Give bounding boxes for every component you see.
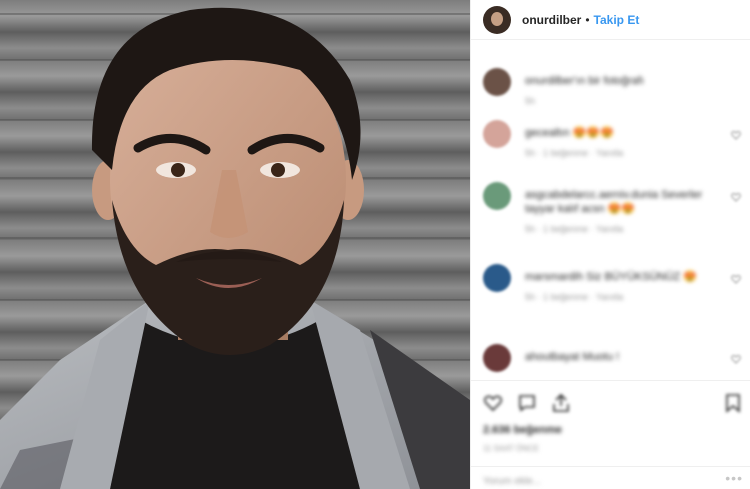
comment-text: onurdilber'ın bir fotoğrafı	[525, 75, 644, 87]
comment-input[interactable]: Yorum ekle...	[483, 476, 541, 487]
comment-text: marsmardih Siz BÜYÜKSÜNÜZ 😍	[525, 271, 697, 283]
comment-text: gecealtın 😍😍😍	[525, 127, 614, 139]
comment-avatar[interactable]	[483, 182, 511, 210]
like-comment-icon[interactable]	[731, 354, 741, 364]
share-icon[interactable]	[551, 393, 571, 413]
author-avatar[interactable]	[483, 5, 511, 34]
comment-body: asgcabdelarcc.aerniv.dunia Severler tayy…	[525, 188, 725, 234]
comment-meta: 5h · 1 beğenme · Yanıtla	[525, 224, 624, 234]
comment-avatar[interactable]	[483, 68, 511, 96]
author-username[interactable]: onurdilber	[522, 13, 581, 27]
post-timestamp: 11 SAAT ÖNCE	[483, 444, 540, 453]
add-comment-bar[interactable]: Yorum ekle... •••	[471, 466, 750, 489]
like-comment-icon[interactable]	[731, 130, 741, 140]
comment-body: gecealtın 😍😍😍 5h · 1 beğenme · Yanıtla	[525, 126, 725, 158]
comment-meta: 5h · 1 beğenme · Yanıtla	[525, 292, 624, 302]
comment-avatar[interactable]	[483, 344, 511, 372]
portrait-illustration	[0, 7, 470, 489]
header-separator: •	[585, 12, 590, 27]
comment-meta: 5h · 1 beğenme · Yanıtla	[525, 148, 624, 158]
post-header: onurdilber • Takip Et	[471, 0, 750, 40]
action-bar	[471, 380, 750, 420]
bookmark-icon[interactable]	[723, 393, 743, 413]
comment-avatar[interactable]	[483, 264, 511, 292]
like-comment-icon[interactable]	[731, 192, 741, 202]
likes-count[interactable]: 2.636 beğenme	[483, 424, 562, 436]
follow-button[interactable]: Takip Et	[594, 13, 640, 27]
post-photo[interactable]	[0, 0, 470, 489]
more-options-icon[interactable]: •••	[725, 470, 743, 486]
comment-body: ahoutbayat Muotu !	[525, 350, 725, 372]
like-comment-icon[interactable]	[731, 274, 741, 284]
comment-body: onurdilber'ın bir fotoğrafı 5h	[525, 74, 725, 106]
comment-meta: 5h	[525, 96, 536, 106]
comment-text: ahoutbayat Muotu !	[525, 351, 620, 363]
comment-icon[interactable]	[517, 393, 537, 413]
comment-body: marsmardih Siz BÜYÜKSÜNÜZ 😍 5h · 1 beğen…	[525, 270, 725, 302]
heart-icon[interactable]	[483, 393, 503, 413]
post-sidebar: onurdilber • Takip Et onurdilber'ın bir …	[470, 0, 750, 489]
comment-text: asgcabdelarcc.aerniv.dunia Severler tayy…	[525, 189, 703, 215]
comment-avatar[interactable]	[483, 120, 511, 148]
